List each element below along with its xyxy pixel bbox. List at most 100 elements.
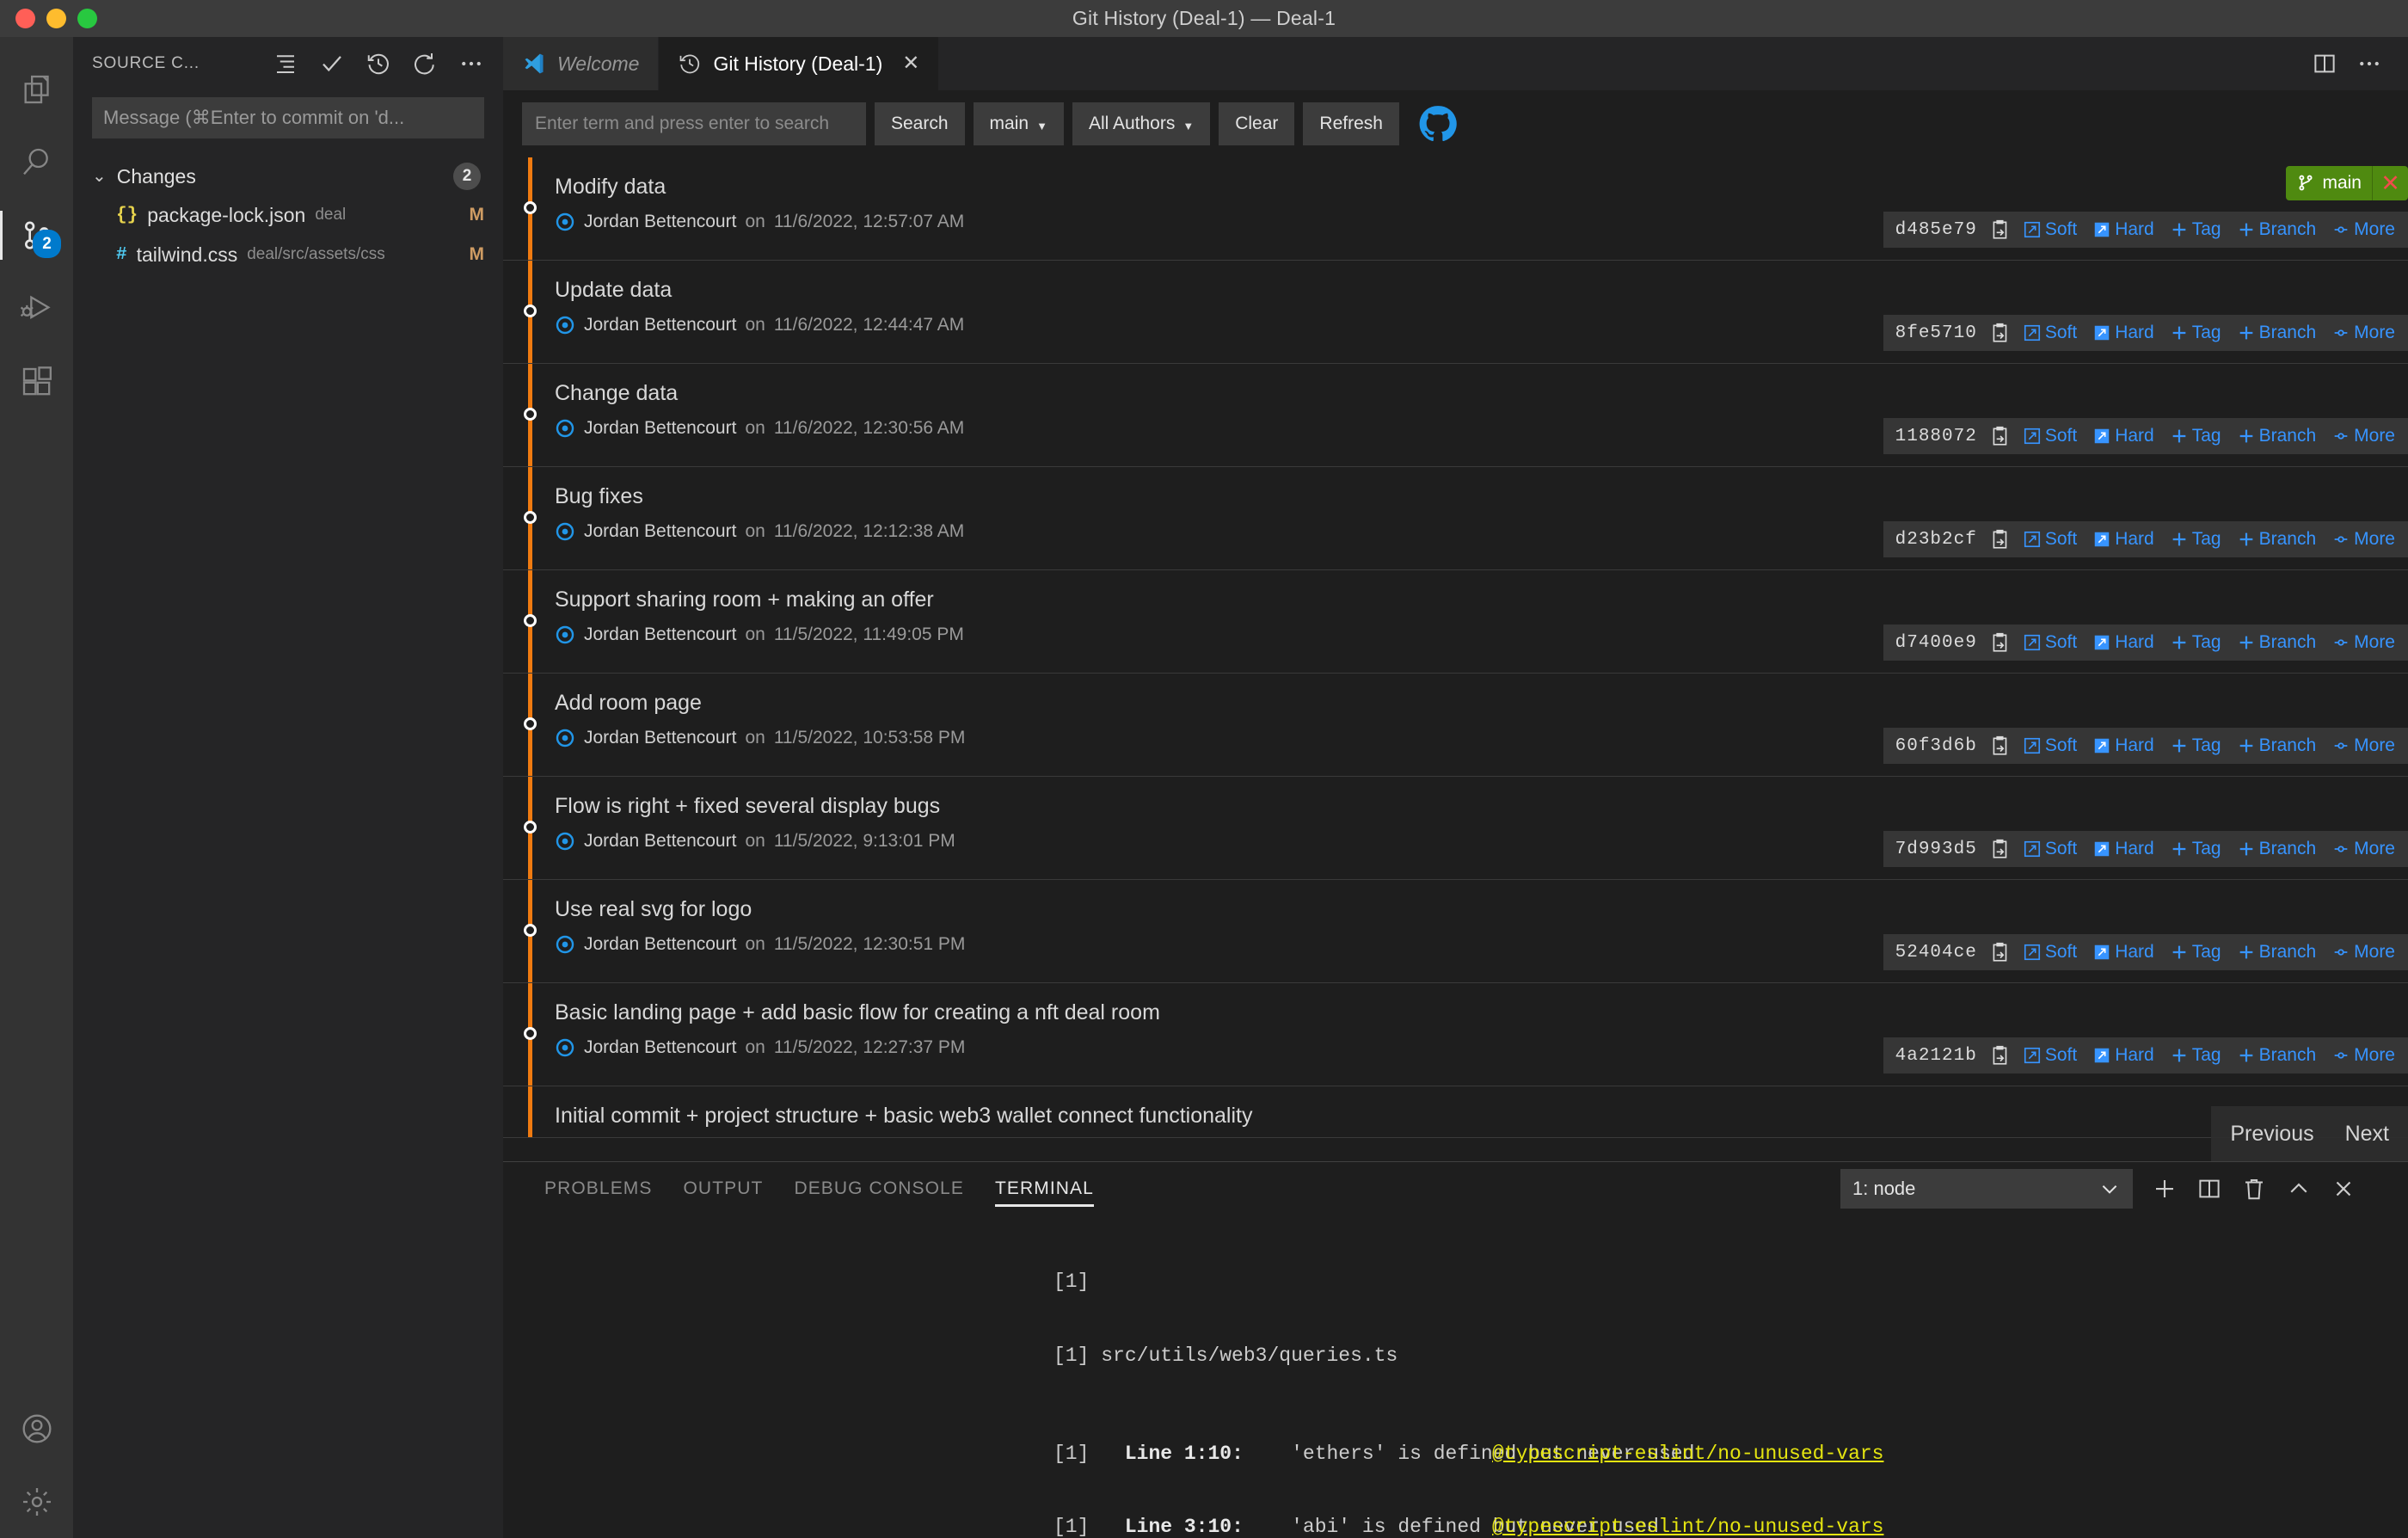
tab-debug-console[interactable]: DEBUG CONSOLE: [778, 1162, 980, 1215]
soft-reset-button[interactable]: Soft: [2015, 839, 2085, 859]
more-button[interactable]: More: [2324, 735, 2403, 756]
close-panel-icon[interactable]: [2324, 1169, 2363, 1209]
copy-hash-icon[interactable]: [1986, 421, 2015, 451]
add-tag-button[interactable]: Tag: [2162, 735, 2229, 756]
changes-group-header[interactable]: ⌄ Changes 2: [73, 157, 503, 195]
commit-list[interactable]: Modify data Jordan Bettencourt on 11/6/2…: [503, 157, 2408, 1161]
activity-item-search[interactable]: [0, 126, 73, 199]
add-branch-button[interactable]: Branch: [2229, 735, 2325, 756]
table-row[interactable]: Use real svg for logo Jordan Bettencourt…: [503, 880, 2408, 983]
add-branch-button[interactable]: Branch: [2229, 426, 2325, 446]
hard-reset-button[interactable]: Hard: [2085, 219, 2162, 240]
search-input[interactable]: [522, 102, 866, 145]
more-button[interactable]: More: [2324, 632, 2403, 653]
hard-reset-button[interactable]: Hard: [2085, 942, 2162, 963]
refresh-icon[interactable]: [405, 44, 445, 83]
kill-terminal-icon[interactable]: [2234, 1169, 2274, 1209]
activity-item-run-and-debug[interactable]: [0, 272, 73, 345]
copy-hash-icon[interactable]: [1986, 834, 2015, 864]
new-terminal-icon[interactable]: [2145, 1169, 2184, 1209]
soft-reset-button[interactable]: Soft: [2015, 219, 2085, 240]
add-tag-button[interactable]: Tag: [2162, 839, 2229, 859]
history-icon[interactable]: [359, 44, 398, 83]
copy-hash-icon[interactable]: [1986, 318, 2015, 348]
soft-reset-button[interactable]: Soft: [2015, 632, 2085, 653]
tab-terminal[interactable]: TERMINAL: [980, 1162, 1109, 1215]
more-button[interactable]: More: [2324, 426, 2403, 446]
add-tag-button[interactable]: Tag: [2162, 426, 2229, 446]
tab-problems[interactable]: PROBLEMS: [529, 1162, 668, 1215]
search-button[interactable]: Search: [875, 102, 965, 145]
table-row[interactable]: Flow is right + fixed several display bu…: [503, 777, 2408, 880]
view-as-tree-icon[interactable]: [266, 44, 305, 83]
activity-item-source-control[interactable]: 2: [0, 199, 73, 272]
more-button[interactable]: More: [2324, 839, 2403, 859]
add-branch-button[interactable]: Branch: [2229, 839, 2325, 859]
soft-reset-button[interactable]: Soft: [2015, 323, 2085, 343]
copy-hash-icon[interactable]: [1986, 938, 2015, 967]
table-row[interactable]: Change data Jordan Bettencourt on 11/6/2…: [503, 364, 2408, 467]
add-branch-button[interactable]: Branch: [2229, 632, 2325, 653]
add-tag-button[interactable]: Tag: [2162, 1045, 2229, 1066]
table-row[interactable]: Initial commit + project structure + bas…: [503, 1086, 2408, 1138]
maximize-panel-icon[interactable]: [2279, 1169, 2319, 1209]
branch-badge-close-icon[interactable]: ✕: [2372, 166, 2408, 200]
add-branch-button[interactable]: Branch: [2229, 323, 2325, 343]
table-row[interactable]: Basic landing page + add basic flow for …: [503, 983, 2408, 1086]
branch-badge[interactable]: main ✕: [2286, 166, 2408, 200]
github-icon[interactable]: [1419, 105, 1457, 143]
copy-hash-icon[interactable]: [1986, 525, 2015, 554]
add-branch-button[interactable]: Branch: [2229, 529, 2325, 550]
tab-output[interactable]: OUTPUT: [668, 1162, 779, 1215]
clear-button[interactable]: Clear: [1219, 102, 1295, 145]
add-branch-button[interactable]: Branch: [2229, 219, 2325, 240]
terminal-select[interactable]: 1: node: [1840, 1169, 2133, 1209]
authors-dropdown[interactable]: All Authors ▼: [1072, 102, 1211, 145]
more-button[interactable]: More: [2324, 942, 2403, 963]
next-button[interactable]: Next: [2345, 1122, 2389, 1147]
activity-item-manage[interactable]: [0, 1465, 73, 1538]
soft-reset-button[interactable]: Soft: [2015, 1045, 2085, 1066]
add-tag-button[interactable]: Tag: [2162, 323, 2229, 343]
soft-reset-button[interactable]: Soft: [2015, 735, 2085, 756]
close-icon[interactable]: ✕: [902, 53, 919, 74]
copy-hash-icon[interactable]: [1986, 215, 2015, 244]
soft-reset-button[interactable]: Soft: [2015, 426, 2085, 446]
table-row[interactable]: Support sharing room + making an offer J…: [503, 570, 2408, 674]
copy-hash-icon[interactable]: [1986, 1041, 2015, 1070]
soft-reset-button[interactable]: Soft: [2015, 529, 2085, 550]
hard-reset-button[interactable]: Hard: [2085, 632, 2162, 653]
more-actions-icon[interactable]: [2350, 44, 2389, 83]
table-row[interactable]: Add room page Jordan Bettencourt on 11/5…: [503, 674, 2408, 777]
more-button[interactable]: More: [2324, 323, 2403, 343]
copy-hash-icon[interactable]: [1986, 628, 2015, 657]
commit-check-icon[interactable]: [312, 44, 352, 83]
table-row[interactable]: Bug fixes Jordan Bettencourt on 11/6/202…: [503, 467, 2408, 570]
previous-button[interactable]: Previous: [2230, 1122, 2313, 1147]
list-item[interactable]: # tailwind.css deal/src/assets/css M: [73, 235, 503, 274]
hard-reset-button[interactable]: Hard: [2085, 323, 2162, 343]
table-row[interactable]: Modify data Jordan Bettencourt on 11/6/2…: [503, 157, 2408, 261]
split-terminal-icon[interactable]: [2190, 1169, 2229, 1209]
soft-reset-button[interactable]: Soft: [2015, 942, 2085, 963]
add-branch-button[interactable]: Branch: [2229, 1045, 2325, 1066]
hard-reset-button[interactable]: Hard: [2085, 426, 2162, 446]
hard-reset-button[interactable]: Hard: [2085, 735, 2162, 756]
add-tag-button[interactable]: Tag: [2162, 942, 2229, 963]
add-tag-button[interactable]: Tag: [2162, 632, 2229, 653]
refresh-button[interactable]: Refresh: [1303, 102, 1399, 145]
copy-hash-icon[interactable]: [1986, 731, 2015, 760]
more-actions-icon[interactable]: [452, 44, 491, 83]
table-row[interactable]: Update data Jordan Bettencourt on 11/6/2…: [503, 261, 2408, 364]
warning-rule-link[interactable]: @typescript-eslint/no-unused-vars: [1492, 1443, 1883, 1465]
more-button[interactable]: More: [2324, 219, 2403, 240]
tab-welcome[interactable]: Welcome: [503, 37, 660, 90]
activity-item-extensions[interactable]: [0, 345, 73, 418]
add-tag-button[interactable]: Tag: [2162, 529, 2229, 550]
tab-git-history[interactable]: Git History (Deal-1) ✕: [659, 37, 940, 90]
split-editor-icon[interactable]: [2305, 44, 2344, 83]
hard-reset-button[interactable]: Hard: [2085, 1045, 2162, 1066]
branch-dropdown[interactable]: main ▼: [973, 102, 1064, 145]
hard-reset-button[interactable]: Hard: [2085, 529, 2162, 550]
more-button[interactable]: More: [2324, 1045, 2403, 1066]
